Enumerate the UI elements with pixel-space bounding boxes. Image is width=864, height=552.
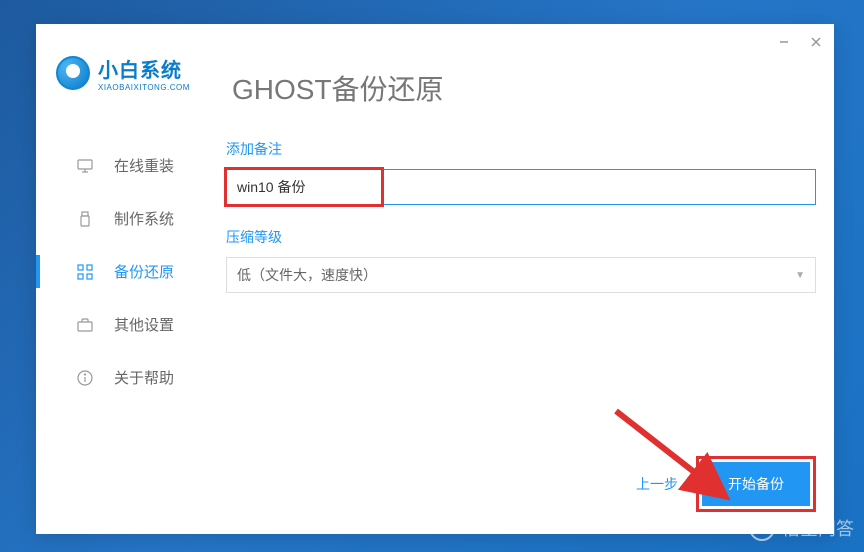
watermark-icon — [748, 514, 776, 542]
logo: 小白系统 XIAOBAIXITONG.COM — [56, 54, 190, 92]
toolbox-icon — [76, 316, 94, 334]
arrow-annotation-icon — [606, 401, 746, 511]
sidebar-item-label: 制作系统 — [114, 208, 174, 229]
logo-icon — [56, 56, 90, 90]
info-icon — [76, 369, 94, 387]
monitor-icon — [76, 157, 94, 175]
sidebar-item-online-install[interactable]: 在线重装 — [36, 139, 226, 192]
page-title: GHOST备份还原 — [232, 68, 444, 108]
sidebar-item-label: 在线重装 — [114, 155, 174, 176]
sidebar-item-backup-restore[interactable]: 备份还原 — [36, 245, 226, 298]
sidebar-item-label: 备份还原 — [114, 261, 174, 282]
sidebar-item-label: 其他设置 — [114, 314, 174, 335]
window-controls — [774, 32, 826, 52]
watermark: 悟空问答 — [748, 514, 854, 542]
minimize-button[interactable] — [774, 32, 794, 52]
logo-subtitle: XIAOBAIXITONG.COM — [98, 83, 190, 92]
compress-field-group: 压缩等级 低（文件大，速度快） ▼ — [226, 227, 816, 293]
sidebar-item-about-help[interactable]: 关于帮助 — [36, 351, 226, 404]
highlight-annotation — [224, 167, 384, 207]
compress-value: 低（文件大，速度快） — [237, 265, 377, 285]
usb-icon — [76, 210, 94, 228]
logo-title: 小白系统 — [98, 54, 190, 83]
remark-input-wrapper — [226, 169, 816, 205]
sidebar: 在线重装 制作系统 备份还原 其他设置 关于帮助 — [36, 139, 226, 404]
watermark-text: 悟空问答 — [782, 515, 854, 541]
remark-input[interactable] — [227, 170, 381, 204]
compress-select[interactable]: 低（文件大，速度快） ▼ — [226, 257, 816, 293]
grid-icon — [76, 263, 94, 281]
compress-label: 压缩等级 — [226, 227, 816, 247]
close-button[interactable] — [806, 32, 826, 52]
app-window: 小白系统 XIAOBAIXITONG.COM GHOST备份还原 在线重装 制作… — [36, 24, 834, 534]
sidebar-item-label: 关于帮助 — [114, 367, 174, 388]
sidebar-item-make-system[interactable]: 制作系统 — [36, 192, 226, 245]
remark-label: 添加备注 — [226, 139, 816, 159]
chevron-down-icon: ▼ — [795, 270, 805, 281]
sidebar-item-other-settings[interactable]: 其他设置 — [36, 298, 226, 351]
remark-field-group: 添加备注 — [226, 139, 816, 205]
